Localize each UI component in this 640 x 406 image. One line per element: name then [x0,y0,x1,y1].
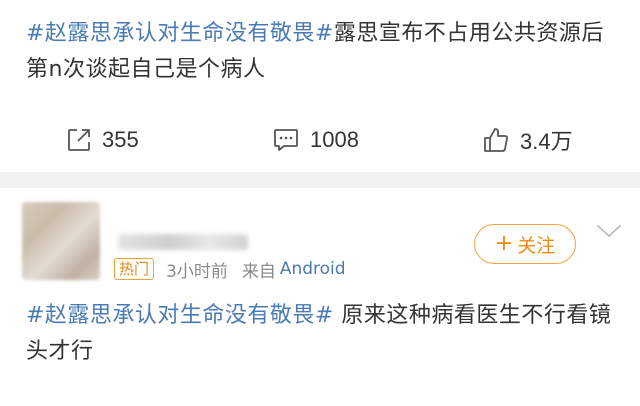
like-button[interactable]: 3.4万 [482,118,573,162]
comment-icon [272,127,300,153]
post-divider [0,172,640,188]
post-1-content: #赵露思承认对生命没有敬畏#露思宣布不占用公共资源后第n次谈起自己是个病人 [26,16,626,88]
chevron-down-icon[interactable] [596,222,622,240]
source-prefix: 来自 [241,261,276,282]
hashtag-link[interactable]: #赵露思承认对生命没有敬畏# [26,303,334,328]
avatar[interactable] [22,202,100,280]
post-2-meta: 热门 3小时前 来自 Android [114,256,346,282]
post-1-action-bar: 355 1008 3.4万 [0,118,640,162]
post-2-content: #赵露思承认对生命没有敬畏# 原来这种病看医生不行看镜头才行 [26,298,626,370]
comment-button[interactable]: 1008 [272,118,359,162]
weibo-post-1: #赵露思承认对生命没有敬畏#露思宣布不占用公共资源后第n次谈起自己是个病人 35… [0,0,640,172]
repost-icon [66,127,92,153]
repost-count: 355 [102,127,139,152]
like-count: 3.4万 [520,129,573,154]
weibo-post-2: 热门 3小时前 来自 Android + 关注 #赵露思承认对生命没有敬畏# 原… [0,188,640,406]
repost-button[interactable]: 355 [66,118,139,162]
comment-count: 1008 [310,127,359,152]
post-time: 3小时前 [166,261,228,282]
source-device[interactable]: Android [280,259,346,279]
plus-icon: + [494,231,514,256]
username-redacted[interactable] [118,234,248,250]
follow-label: 关注 [517,234,556,257]
thumbs-up-icon [482,126,510,154]
hot-badge: 热门 [114,258,155,280]
hashtag-link[interactable]: #赵露思承认对生命没有敬畏# [26,21,334,46]
follow-button[interactable]: + 关注 [474,224,576,264]
